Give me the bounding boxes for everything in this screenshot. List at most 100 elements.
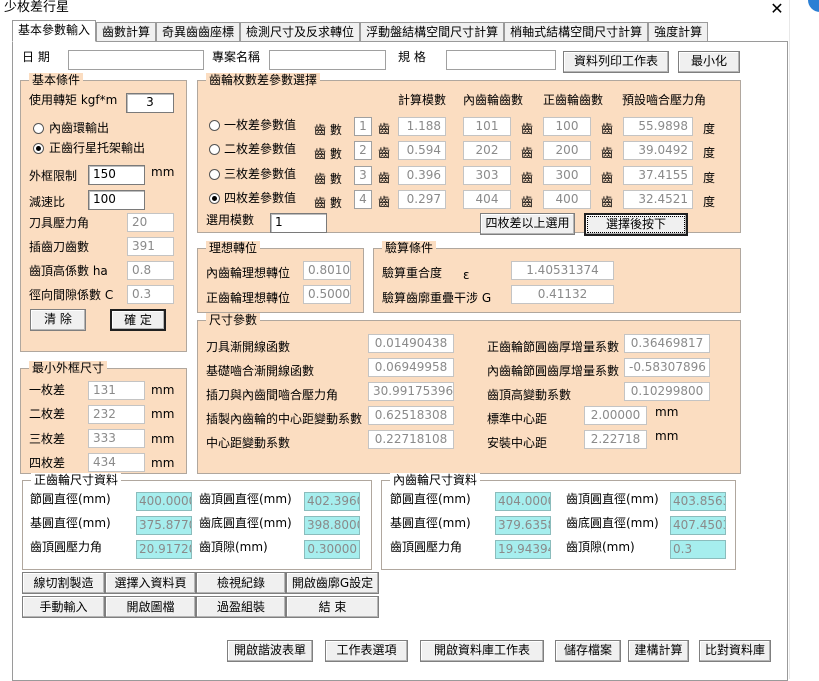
tooth-char-b-1: 齒 bbox=[521, 122, 534, 136]
check-title: 驗算條件 bbox=[382, 241, 437, 255]
close-icon[interactable]: ✕ bbox=[766, 0, 788, 18]
inner-pa-label: 齒頂圓壓力角 bbox=[390, 540, 463, 554]
tooth-char-c-4: 齒 bbox=[601, 195, 614, 209]
open-harmonic-form-button[interactable]: 開啟諧波表單 bbox=[227, 640, 313, 662]
outer-limit-unit: mm bbox=[151, 165, 175, 179]
diff-count-3: 3 bbox=[354, 166, 372, 185]
involute-value: 0.01490438 bbox=[368, 334, 454, 353]
worksheet-options-button[interactable]: 工作表選項 bbox=[325, 640, 408, 662]
date-input[interactable] bbox=[68, 50, 204, 70]
interference-assembly-button[interactable]: 過盈組裝 bbox=[196, 596, 286, 618]
diff-radio-icon[interactable] bbox=[209, 193, 220, 204]
after-select-button[interactable]: 選擇後按下 bbox=[584, 213, 688, 236]
spur-thick-value: 0.36469817 bbox=[624, 334, 710, 353]
tooth-char-a-1: 齒 bbox=[378, 122, 391, 136]
window-title: 少枚差行星 bbox=[4, 0, 70, 15]
teeth-word-2: 齒 數 bbox=[314, 147, 342, 161]
install-center-label: 安裝中心距 bbox=[487, 436, 548, 450]
contact-ratio-value: 1.40531374 bbox=[511, 261, 614, 280]
std-center-label: 標準中心距 bbox=[487, 412, 548, 426]
col-angle-header: 預設嚙合壓力角 bbox=[622, 93, 707, 107]
open-drawing-button[interactable]: 開啟圖檔 bbox=[105, 596, 196, 618]
save-file-button[interactable]: 儲存檔案 bbox=[555, 640, 621, 662]
tab-strength[interactable]: 強度計算 bbox=[648, 22, 709, 42]
chosen-module-input[interactable]: 1 bbox=[270, 213, 327, 233]
epsilon-label: ε bbox=[463, 268, 470, 282]
project-input[interactable] bbox=[269, 50, 386, 70]
tooth-char-a-4: 齒 bbox=[378, 195, 391, 209]
view-record-button[interactable]: 檢視紀錄 bbox=[196, 572, 286, 594]
degree-unit-1: 度 bbox=[703, 122, 716, 136]
basic-conditions-title: 基本條件 bbox=[29, 73, 84, 87]
inner-clear-value: 0.3 bbox=[670, 540, 726, 559]
torque-input[interactable]: 3 bbox=[126, 93, 174, 113]
diff-radio-3[interactable] bbox=[209, 169, 220, 183]
radio-carrier-icon[interactable] bbox=[33, 143, 44, 154]
center-coef-label: 插製內齒輪的中心距變動系數 bbox=[206, 412, 363, 426]
end-button[interactable]: 結 束 bbox=[286, 596, 379, 618]
reduction-input[interactable]: 100 bbox=[88, 190, 145, 210]
std-center-value: 2.00000 bbox=[584, 406, 647, 425]
diff-count-1: 1 bbox=[354, 117, 372, 136]
tab-strip: 基本參數輸入 齒數計算 奇異齒齒座標 檢測尺寸及反求轉位 浮動盤結構空間尺寸計算… bbox=[12, 20, 709, 42]
tab-inspection[interactable]: 檢測尺寸及反求轉位 bbox=[240, 22, 361, 42]
involute-label: 刀具漸開線函數 bbox=[206, 340, 291, 354]
inner-base-label: 基圓直徑(mm) bbox=[390, 516, 471, 530]
diff-count-4: 4 bbox=[354, 190, 372, 209]
torque-label: 使用轉矩 kgf*m bbox=[29, 93, 118, 107]
cut-angle-label: 插刀與內齒間嚙合壓力角 bbox=[206, 388, 339, 402]
compare-database-button[interactable]: 比對資料庫 bbox=[699, 640, 771, 662]
radio-inner-label: 內齒環輸出 bbox=[49, 121, 110, 135]
spur-pa-value: 20.91720 bbox=[136, 540, 192, 559]
min-frame-unit-2: mm bbox=[151, 407, 175, 421]
above-four-button[interactable]: 四枚差以上選用 bbox=[480, 213, 575, 235]
tab-pin-shaft[interactable]: 梢軸式結構空間尺寸計算 bbox=[504, 22, 649, 42]
tab-teeth-calc[interactable]: 齒數計算 bbox=[96, 22, 157, 42]
diff-radio-icon[interactable] bbox=[209, 120, 220, 131]
spec-input[interactable] bbox=[446, 50, 556, 70]
base-involute-label: 基礎嚙合漸開線函數 bbox=[206, 364, 315, 378]
print-worksheet-button[interactable]: 資料列印工作表 bbox=[563, 51, 669, 73]
inner-thick-label: 內齒輪節圓齒厚增量系數 bbox=[487, 364, 620, 378]
spur-pitch-label: 節圓直徑(mm) bbox=[30, 492, 111, 506]
interference-value: 0.41132 bbox=[511, 285, 614, 304]
diff-radio-4[interactable] bbox=[209, 193, 220, 207]
tab-odd-teeth-coords[interactable]: 奇異齒齒座標 bbox=[156, 22, 241, 42]
min-frame-value-1: 131 bbox=[88, 381, 145, 400]
build-calc-button[interactable]: 建構計算 bbox=[628, 640, 689, 662]
spur-clear-label: 齒頂隙(mm) bbox=[199, 540, 268, 554]
pressure-angle-label: 刀具壓力角 bbox=[29, 216, 90, 230]
diff-radio-icon[interactable] bbox=[209, 169, 220, 180]
outer-limit-input[interactable]: 150 bbox=[88, 165, 145, 185]
minimize-button[interactable]: 最小化 bbox=[678, 51, 740, 73]
tab-basic-input[interactable]: 基本參數輸入 bbox=[12, 20, 97, 42]
col-module-header: 計算模數 bbox=[398, 93, 447, 107]
open-profile-g-button[interactable]: 開啟齒廓G設定 bbox=[286, 572, 379, 594]
reduction-label: 減速比 bbox=[29, 195, 66, 209]
clear-button[interactable]: 清 除 bbox=[30, 309, 86, 331]
inner-gear-title: 內齒輪尺寸資料 bbox=[390, 473, 481, 487]
confirm-button[interactable]: 確 定 bbox=[110, 309, 166, 331]
open-database-worksheet-button[interactable]: 開啟資料庫工作表 bbox=[420, 640, 544, 662]
diff-radio-2[interactable] bbox=[209, 144, 220, 158]
angle-value-1: 55.9898 bbox=[623, 117, 693, 136]
teeth-word-4: 齒 數 bbox=[314, 196, 342, 210]
min-frame-label-2: 二枚差 bbox=[29, 407, 66, 421]
manual-input-button[interactable]: 手動輸入 bbox=[22, 596, 105, 618]
spur-gear-title: 正齒輪尺寸資料 bbox=[31, 473, 122, 487]
tab-floating-disc[interactable]: 浮動盤結構空間尺寸計算 bbox=[360, 22, 505, 42]
wire-cut-button[interactable]: 線切割製造 bbox=[22, 572, 105, 594]
ideal-spur-label: 正齒輪理想轉位 bbox=[206, 291, 291, 305]
angle-value-3: 37.4155 bbox=[623, 166, 693, 185]
tooth-char-a-2: 齒 bbox=[378, 146, 391, 160]
min-frame-label-1: 一枚差 bbox=[29, 383, 66, 397]
diff-radio-icon[interactable] bbox=[209, 144, 220, 155]
radio-inner-output[interactable] bbox=[33, 123, 44, 137]
ideal-spur-value: 0.50000 bbox=[303, 285, 351, 304]
radio-carrier-output[interactable] bbox=[33, 143, 44, 157]
radio-inner-icon[interactable] bbox=[33, 123, 44, 134]
inner-teeth-value-1: 101 bbox=[463, 117, 511, 136]
spur-thick-label: 正齒輪節圓齒厚增量系數 bbox=[487, 340, 620, 354]
select-data-page-button[interactable]: 選擇入資料頁 bbox=[105, 572, 196, 594]
diff-radio-1[interactable] bbox=[209, 120, 220, 134]
